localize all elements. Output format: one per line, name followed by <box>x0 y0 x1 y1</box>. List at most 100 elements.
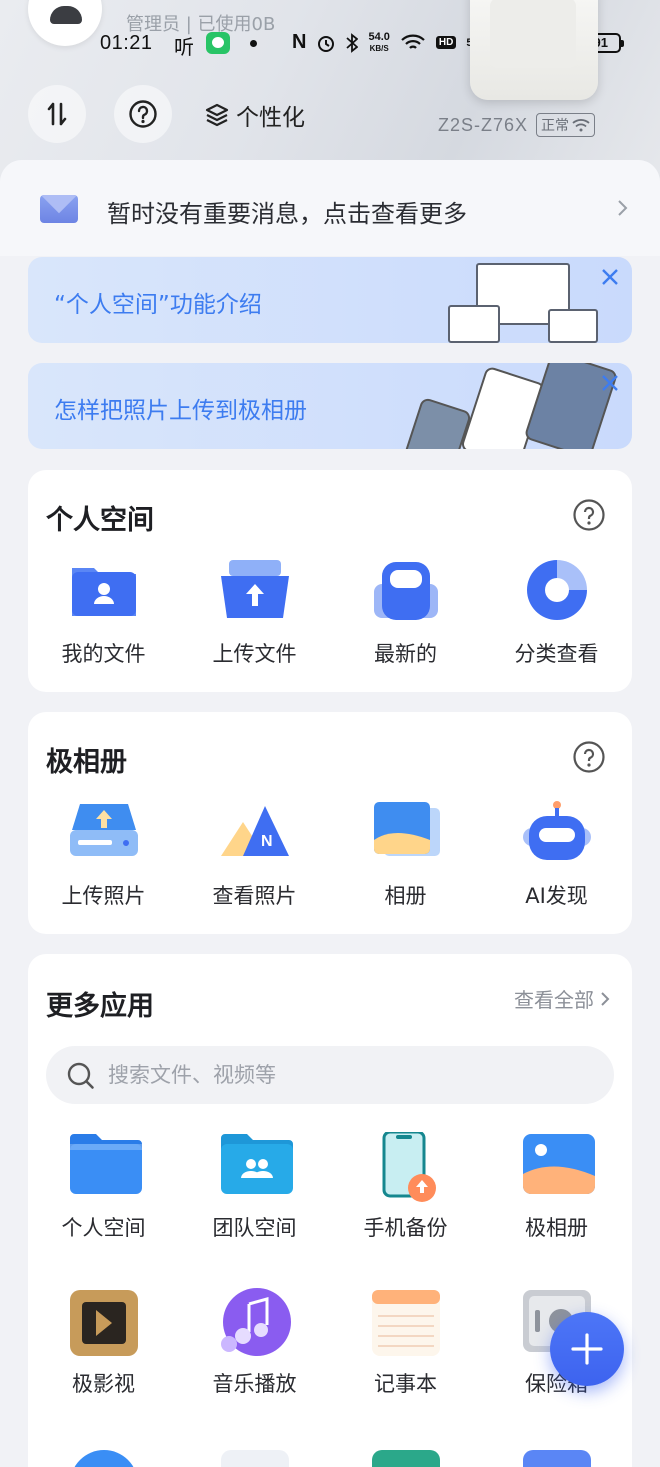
my-files-button[interactable]: 我的文件 <box>28 558 179 668</box>
album-button[interactable]: 相册 <box>330 800 481 910</box>
svg-text:N: N <box>261 833 273 850</box>
wifi-icon <box>401 34 425 49</box>
upload-file-icon <box>219 558 291 622</box>
item-label: 团队空间 <box>212 1216 297 1240</box>
help-button[interactable] <box>114 85 172 143</box>
search-input[interactable] <box>108 1058 588 1092</box>
close-icon[interactable] <box>600 267 620 287</box>
item-label: 个人空间 <box>61 1216 146 1240</box>
category-icon <box>521 558 593 622</box>
app-phone-backup[interactable]: 手机备份 <box>330 1130 481 1242</box>
team-folder-icon <box>219 1132 293 1196</box>
search-icon <box>67 1062 94 1089</box>
item-label: 音乐播放 <box>212 1372 297 1396</box>
router-image <box>470 0 598 100</box>
banner-upload-photos-guide[interactable]: 怎样把照片上传到极相册 <box>28 363 632 449</box>
apps-grid-row-1: 个人空间 团队空间 手机备份 极相册 <box>28 1130 632 1242</box>
mail-icon <box>522 1450 591 1467</box>
album-icon <box>370 800 442 864</box>
avatar[interactable] <box>28 0 102 46</box>
item-label: 上传照片 <box>61 884 146 908</box>
plus-icon <box>571 1333 603 1365</box>
notepad-icon <box>370 1288 442 1356</box>
my-files-icon <box>68 558 140 622</box>
mail-icon <box>40 195 78 223</box>
film-icon <box>68 1288 140 1356</box>
app-item-partial[interactable] <box>330 1450 481 1467</box>
music-icon <box>219 1288 291 1356</box>
card-icon <box>371 1450 440 1467</box>
device-model: Z2S-Z76X <box>438 114 529 135</box>
sort-button[interactable] <box>28 85 86 143</box>
app-item-partial[interactable] <box>481 1450 632 1467</box>
add-fab-button[interactable] <box>550 1312 624 1386</box>
chevron-right-icon <box>601 991 610 1006</box>
personalize-button[interactable]: 个性化 <box>204 98 305 132</box>
item-label: 手机备份 <box>363 1216 448 1240</box>
layers-icon <box>205 103 229 127</box>
view-photo-icon: N <box>219 800 291 864</box>
item-label: AI发现 <box>525 884 588 908</box>
album-grid: 上传照片 N 查看照片 相册 AI发现 <box>28 800 632 910</box>
item-label: 查看照片 <box>212 884 297 908</box>
banner-text: 怎样把照片上传到极相册 <box>54 398 307 424</box>
view-photo-button[interactable]: N 查看照片 <box>179 800 330 910</box>
banner-personal-space-intro[interactable]: “个人空间”功能介绍 <box>28 257 632 343</box>
card-title: 个人空间 <box>46 505 154 536</box>
app-video[interactable]: 极影视 <box>28 1288 179 1398</box>
recent-button[interactable]: 最新的 <box>330 558 481 668</box>
net-speed: 54.0 KB/S <box>368 30 390 53</box>
tablet-illustration <box>548 309 598 343</box>
nfc-icon: N <box>292 31 307 53</box>
album-card: 极相册 上传照片 N 查看照片 相册 AI发现 <box>28 712 632 934</box>
item-label: 相册 <box>384 884 427 908</box>
personal-space-grid: 我的文件 上传文件 最新的 分类查看 <box>28 558 632 668</box>
help-icon[interactable] <box>572 498 606 532</box>
ai-robot-icon <box>521 800 593 864</box>
send-icon <box>220 1450 289 1467</box>
device-status[interactable]: Z2S-Z76X 正常 <box>438 113 596 137</box>
apps-grid-row-3 <box>28 1450 632 1467</box>
app-personal-space[interactable]: 个人空间 <box>28 1132 179 1242</box>
alarm-icon <box>318 35 335 52</box>
notice-text: 暂时没有重要消息，点击查看更多 <box>107 200 467 228</box>
laptop-illustration <box>448 305 500 343</box>
app-notepad[interactable]: 记事本 <box>330 1288 481 1398</box>
category-view-button[interactable]: 分类查看 <box>481 558 632 668</box>
content-sheet: 暂时没有重要消息，点击查看更多 “个人空间”功能介绍 怎样把照片上传到极相册 个… <box>0 160 660 1467</box>
item-label: 极相册 <box>525 1216 588 1240</box>
help-icon[interactable] <box>572 740 606 774</box>
photo-album-icon <box>521 1132 595 1196</box>
close-icon[interactable] <box>600 373 620 393</box>
sort-arrows-icon <box>47 102 67 126</box>
phone-backup-icon <box>370 1130 442 1202</box>
app-team-space[interactable]: 团队空间 <box>179 1132 330 1242</box>
see-all-button[interactable]: 查看全部 <box>514 984 612 1013</box>
apps-grid-row-2: 极影视 音乐播放 记事本 保险箱 <box>28 1288 632 1398</box>
device-state-badge: 正常 <box>536 113 596 137</box>
personalize-label: 个性化 <box>236 105 305 131</box>
item-label: 上传文件 <box>212 642 297 666</box>
ai-discover-button[interactable]: AI发现 <box>481 800 632 910</box>
status-time: 01:21 <box>100 32 153 54</box>
folder-icon <box>68 1132 142 1196</box>
wifi-icon <box>572 119 590 132</box>
hd-icon: HD <box>435 36 457 49</box>
app-item-partial[interactable] <box>28 1450 179 1467</box>
notice-bar[interactable]: 暂时没有重要消息，点击查看更多 <box>0 160 660 256</box>
item-label: 分类查看 <box>514 642 599 666</box>
item-label: 记事本 <box>374 1372 437 1396</box>
search-bar[interactable] <box>46 1046 614 1104</box>
upload-file-button[interactable]: 上传文件 <box>179 558 330 668</box>
help-icon <box>129 100 157 128</box>
app-music[interactable]: 音乐播放 <box>179 1288 330 1398</box>
upload-photo-button[interactable]: 上传照片 <box>28 800 179 910</box>
personal-space-card: 个人空间 我的文件 上传文件 最新的 分类查看 <box>28 470 632 692</box>
app-photo-album[interactable]: 极相册 <box>481 1132 632 1242</box>
card-title: 极相册 <box>46 747 127 778</box>
item-label: 最新的 <box>374 642 437 666</box>
app-item-partial[interactable] <box>179 1450 330 1467</box>
chevron-right-icon <box>618 200 628 216</box>
item-label: 我的文件 <box>61 642 146 666</box>
recent-icon <box>370 558 442 622</box>
